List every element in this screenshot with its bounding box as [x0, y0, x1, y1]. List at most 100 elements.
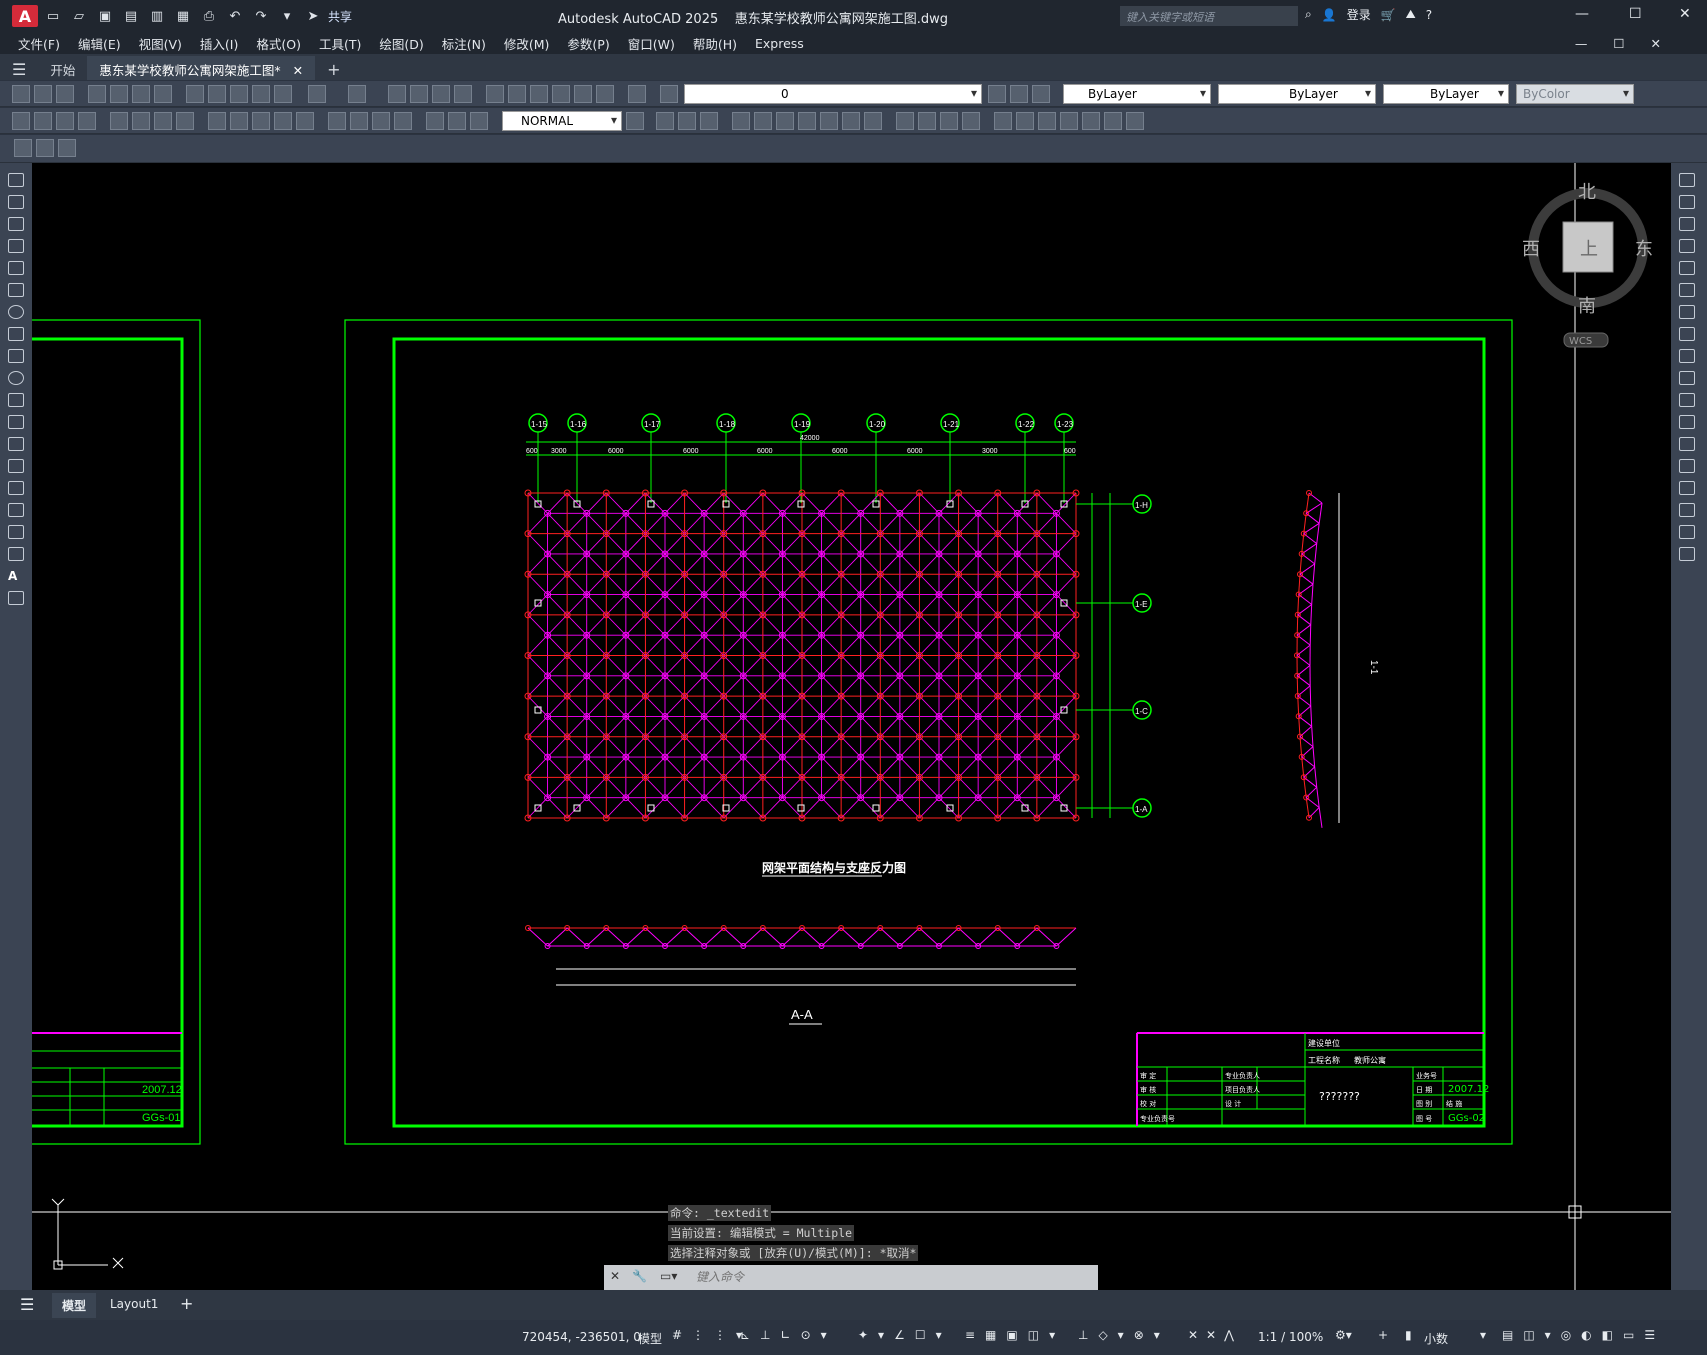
cart-icon[interactable]: 🛒: [1381, 8, 1396, 22]
viewcube-top[interactable]: 上: [1580, 239, 1598, 260]
color-dropdown[interactable]: ByLayer: [1063, 84, 1211, 104]
tab-start[interactable]: 开始: [38, 56, 87, 80]
quick-dim-icon[interactable]: [208, 112, 226, 130]
drawing-canvas[interactable]: 2007.12 GGs-01 1-15 1-16 1-17 1-18 1-19 1-20 1…: [32, 163, 1671, 1290]
menu-draw[interactable]: 绘图(D): [379, 34, 423, 53]
units-icon[interactable]: ▮: [1405, 1328, 1412, 1342]
dim-baseline-icon[interactable]: [230, 112, 248, 130]
plotstyle-dropdown[interactable]: ByColor: [1516, 84, 1634, 104]
center-mark-icon[interactable]: [350, 112, 368, 130]
menu-modify[interactable]: 修改(M): [504, 34, 550, 53]
line-icon[interactable]: [8, 173, 24, 187]
lineweight-icons[interactable]: ≡▦▣◫▾: [965, 1328, 1065, 1342]
express-tool-1-icon[interactable]: [14, 139, 32, 157]
help-icon[interactable]: ?: [1426, 8, 1432, 22]
pan-icon[interactable]: [388, 85, 406, 103]
menu-edit[interactable]: 编辑(E): [78, 34, 121, 53]
zoom-window-icon[interactable]: [432, 85, 450, 103]
polyline-icon[interactable]: [8, 217, 24, 231]
dim-diameter-icon[interactable]: [154, 112, 172, 130]
array-r-icon[interactable]: [1679, 261, 1695, 275]
dim-space-icon[interactable]: [274, 112, 292, 130]
3d-print-icon[interactable]: [154, 85, 172, 103]
menu-express[interactable]: Express: [755, 36, 804, 51]
region-icon[interactable]: [8, 525, 24, 539]
scale-r-icon[interactable]: [1679, 327, 1695, 341]
save-file-icon[interactable]: [56, 85, 74, 103]
sheet-set-icon[interactable]: [552, 85, 570, 103]
design-center-icon[interactable]: [508, 85, 526, 103]
menu-view[interactable]: 视图(V): [139, 34, 182, 53]
login-link[interactable]: 登录: [1347, 6, 1371, 23]
rotate-r-icon[interactable]: [1679, 305, 1695, 319]
markup-icon[interactable]: [574, 85, 592, 103]
polygon-icon[interactable]: [8, 239, 24, 253]
ortho-polar-icons[interactable]: ⊾⊥∟⊙▾: [740, 1328, 837, 1342]
tab-close-icon[interactable]: ✕: [293, 63, 303, 78]
layer-dropdown[interactable]: 0: [684, 84, 982, 104]
layout-menu-icon[interactable]: ☰: [20, 1295, 34, 1314]
share-button[interactable]: 共享: [328, 8, 352, 25]
dim-text-edit-icon[interactable]: [448, 112, 466, 130]
save-icon[interactable]: ▣: [96, 7, 114, 25]
undo-tb-icon[interactable]: [308, 85, 326, 103]
chamfer-r-icon[interactable]: [1679, 481, 1695, 495]
copy-icon[interactable]: [208, 85, 226, 103]
redo-icon[interactable]: ↷: [252, 7, 270, 25]
tolerance-icon[interactable]: [328, 112, 346, 130]
new-tab-icon[interactable]: +: [315, 56, 352, 80]
open-icon[interactable]: ▱: [70, 7, 88, 25]
stretch-r-icon[interactable]: [1679, 349, 1695, 363]
revcloud-icon[interactable]: [8, 327, 24, 341]
ellipse-arc-icon[interactable]: [8, 393, 24, 407]
mirror-icon[interactable]: [700, 112, 718, 130]
linetype-dropdown[interactable]: ByLayer: [1218, 84, 1376, 104]
preview-icon[interactable]: [110, 85, 128, 103]
annotation-scale[interactable]: 1:1 / 100%: [1258, 1330, 1323, 1344]
cmd-recent-icon[interactable]: ▭▾: [660, 1269, 677, 1283]
save-web-icon[interactable]: ▦: [174, 7, 192, 25]
dim-ordinate-icon[interactable]: [78, 112, 96, 130]
join-r-icon[interactable]: [1679, 459, 1695, 473]
model-space[interactable]: 2007.12 GGs-01 1-15 1-16 1-17 1-18 1-19 1-20 1…: [32, 163, 1671, 1290]
copy-r-icon[interactable]: [1679, 195, 1695, 209]
tab-active-drawing[interactable]: 惠东某学校教师公寓网架施工图* ✕: [87, 56, 316, 80]
hatch-icon[interactable]: [8, 481, 24, 495]
jogged-linear-icon[interactable]: [394, 112, 412, 130]
search-icon[interactable]: ⌕: [1305, 7, 1312, 22]
dim-jogged-icon[interactable]: [132, 112, 150, 130]
print-icon[interactable]: [88, 85, 106, 103]
menu-file[interactable]: 文件(F): [18, 34, 60, 53]
text-style-dropdown[interactable]: NORMAL: [502, 111, 622, 131]
cmd-close-icon[interactable]: ✕: [610, 1269, 620, 1283]
minimize-button[interactable]: —: [1575, 6, 1589, 22]
osnap-icons[interactable]: ✦▾∠☐▾: [858, 1328, 952, 1342]
menu-parametric[interactable]: 参数(P): [567, 34, 609, 53]
viewcube-east[interactable]: 东: [1635, 239, 1653, 260]
extend-icon[interactable]: [896, 112, 914, 130]
share-icon[interactable]: ➤: [304, 7, 322, 25]
viewcube-south[interactable]: 南: [1578, 296, 1596, 317]
erase-r-icon[interactable]: [1679, 173, 1695, 187]
table-icon[interactable]: [8, 547, 24, 561]
dim-angular-icon[interactable]: [176, 112, 194, 130]
wcs-menu[interactable]: WCS: [1569, 336, 1592, 347]
rotate-icon[interactable]: [776, 112, 794, 130]
units-chevron-icon[interactable]: ▾: [1480, 1328, 1486, 1342]
trim-r-icon[interactable]: [1679, 371, 1695, 385]
ungroup-icon[interactable]: [1060, 112, 1078, 130]
units-dropdown[interactable]: 小数: [1424, 1330, 1448, 1347]
dim-update-icon[interactable]: [470, 112, 488, 130]
gear-icon[interactable]: ⚙▾: [1335, 1328, 1352, 1342]
break-point-icon[interactable]: [1679, 415, 1695, 429]
fillet-icon[interactable]: [994, 112, 1012, 130]
express-tool-3-icon[interactable]: [58, 139, 76, 157]
stretch-icon[interactable]: [842, 112, 860, 130]
gradient-icon[interactable]: [8, 503, 24, 517]
tray-icons[interactable]: ▤◫▾◎◐◧▭☰: [1502, 1328, 1665, 1342]
command-line[interactable]: ✕ 🔧 ▭▾: [604, 1265, 1098, 1290]
blend-icon[interactable]: [1679, 525, 1695, 539]
search-input[interactable]: 键入关键字或短语: [1120, 6, 1298, 26]
dim-arc-icon[interactable]: [56, 112, 74, 130]
open-web-icon[interactable]: ▥: [148, 7, 166, 25]
